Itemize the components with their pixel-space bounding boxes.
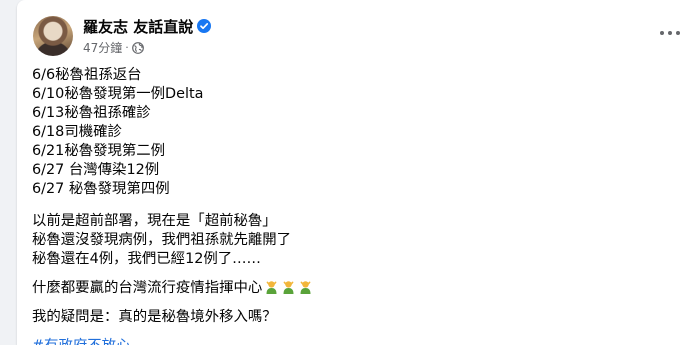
comment-paragraph: 以前是超前部署，現在是「超前秘魯」 秘魯還沒發現病例，我們祖孫就先離開了 秘魯還…: [32, 212, 672, 269]
comment-line: 秘魯還在4例，我們已經12例了……: [32, 251, 261, 267]
post-header: 羅友志 友話直說 47分鐘 ·: [17, 0, 698, 60]
timeline-line: 6/21秘魯發現第二例: [32, 143, 166, 159]
cdc-text: 什麼都要贏的台灣流行疫情指揮中心: [32, 280, 263, 296]
timeline-line: 6/18司機確診: [32, 124, 122, 140]
more-dot-icon: [676, 31, 680, 35]
question-line: 我的疑問是：真的是秘魯境外移入嗎？: [32, 309, 277, 325]
person-gesturing-ok-emoji: [281, 279, 296, 294]
more-dot-icon: [668, 31, 672, 35]
timeline-line: 6/13秘魯祖孫確診: [32, 105, 151, 121]
timeline-paragraph: 6/6秘魯祖孫返台 6/10秘魯發現第一例Delta 6/13秘魯祖孫確診 6/…: [32, 66, 672, 199]
author-name[interactable]: 羅友志 友話直說: [83, 16, 193, 37]
hashtag-link[interactable]: #有政府不放心: [32, 337, 672, 345]
globe-icon[interactable]: [131, 41, 144, 54]
comment-line: 以前是超前部署，現在是「超前秘魯」: [32, 213, 277, 229]
person-gesturing-ok-emoji: [298, 279, 313, 294]
post-body: 6/6秘魯祖孫返台 6/10秘魯發現第一例Delta 6/13秘魯祖孫確診 6/…: [32, 66, 672, 345]
person-gesturing-ok-emoji: [264, 279, 279, 294]
more-options-button[interactable]: [660, 28, 680, 38]
meta-separator: ·: [125, 41, 129, 54]
timeline-line: 6/27 秘魯發現第四例: [32, 181, 170, 197]
comment-line: 秘魯還沒發現病例，我們祖孫就先離開了: [32, 232, 292, 248]
timeline-line: 6/27 台灣傳染12例: [32, 162, 160, 178]
more-dot-icon: [660, 31, 664, 35]
author-line: 羅友志 友話直說: [83, 16, 212, 37]
verified-badge-icon: [197, 19, 212, 33]
post-timestamp[interactable]: 47分鐘: [83, 39, 122, 56]
hashtag-paragraph: #有政府不放心: [32, 337, 672, 345]
timeline-line: 6/6秘魯祖孫返台: [32, 67, 142, 83]
post-meta: 47分鐘 ·: [83, 39, 144, 56]
post-card: 羅友志 友話直說 47分鐘 · 6/6秘魯祖孫返台 6/10秘魯發現第一例Del…: [17, 0, 698, 345]
author-avatar[interactable]: [33, 16, 73, 56]
question-paragraph: 我的疑問是：真的是秘魯境外移入嗎？: [32, 308, 672, 327]
timeline-line: 6/10秘魯發現第一例Delta: [32, 86, 204, 102]
cdc-paragraph: 什麼都要贏的台灣流行疫情指揮中心: [32, 279, 672, 298]
cdc-line: 什麼都要贏的台灣流行疫情指揮中心: [32, 279, 672, 298]
